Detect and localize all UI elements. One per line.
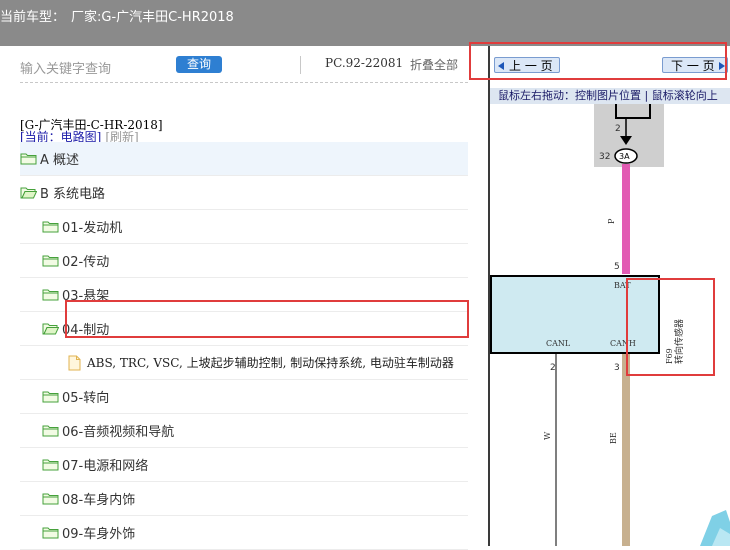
folder-open-icon [20,187,37,199]
pin-2-label: 2 [550,363,556,373]
tree-folder-item[interactable]: B 系统电路 [20,176,468,210]
tree-item-label: 08-车身内饰 [62,493,136,508]
wire-w-label: W [543,431,552,440]
folder-icon [42,527,59,539]
search-input[interactable] [20,58,170,80]
tree-item-label: 05-转向 [62,391,110,406]
tree-folder-item[interactable]: A 概述 [20,142,468,176]
tree-document-item[interactable]: ABS, TRC, VSC, 上坡起步辅助控制, 制动保持系统, 电动驻车制动器 [20,346,468,380]
pc-number: PC.92-22081 [325,56,404,70]
wire-p-label: P [607,218,616,224]
document-icon [68,355,81,370]
pin-top-label: 2 [615,124,621,134]
search-divider [20,82,468,83]
folder-icon [42,255,59,267]
wire-pink [622,164,630,274]
highlight-sensor-label [626,278,715,376]
highlight-page-nav [469,42,727,80]
category-tree: A 概述 B 系统电路 01-发动机 02-传动 03-悬架 04-制动 ABS, TRC,… [20,142,468,550]
separator [300,56,301,74]
folder-icon [42,493,59,505]
tree-item-label: 02-传动 [62,255,110,270]
title-bar: 当前车型： 厂家:G-广汽丰田C-HR2018 [0,0,730,46]
vehicle-title-value: 厂家:G-广汽丰田C-HR2018 [71,10,234,25]
vehicle-title: 当前车型： 厂家:G-广汽丰田C-HR2018 [0,6,234,25]
tree-item-label: A 概述 [40,153,80,168]
connector-3a-label: 3A [619,152,630,161]
tree-item-label: 07-电源和网络 [62,459,149,474]
tree-folder-item[interactable]: 09-车身外饰 [20,516,468,550]
vehicle-title-label: 当前车型： [0,10,66,25]
folder-icon [42,289,59,301]
collapse-all-link[interactable]: 折叠全部 [410,56,458,73]
wire-tan [622,354,630,546]
tree-item-label: ABS, TRC, VSC, 上坡起步辅助控制, 制动保持系统, 电动驻车制动器 [87,356,454,370]
canl-label: CANL [546,339,571,348]
tree-folder-item[interactable]: 01-发动机 [20,210,468,244]
tree-folder-item[interactable]: 06-音频视频和导航 [20,414,468,448]
tree-item-label: 09-车身外饰 [62,527,136,542]
tree-folder-item[interactable]: 05-转向 [20,380,468,414]
tree-folder-item[interactable]: 08-车身内饰 [20,482,468,516]
folder-icon [42,425,59,437]
tree-folder-item[interactable]: 02-传动 [20,244,468,278]
pin-3-label: 3 [614,363,620,373]
tree-item-label: 06-音频视频和导航 [62,425,175,440]
pin-5-label: 5 [614,262,620,272]
highlight-selected-document [65,300,469,338]
drag-hint-bar: 鼠标左右拖动：控制图片位置 | 鼠标滚轮向上 [490,88,730,105]
pin-32-label: 32 [599,152,610,162]
folder-icon [20,153,37,165]
left-panel: 查询 PC.92-22081 折叠全部 [G-广汽丰田-C-HR-2018] [… [0,46,488,550]
folder-icon [42,221,59,233]
folder-icon [42,391,59,403]
folder-icon [42,459,59,471]
folder-open-icon [42,323,59,335]
tree-item-label: 01-发动机 [62,221,123,236]
tree-folder-item[interactable]: 07-电源和网络 [20,448,468,482]
query-button[interactable]: 查询 [176,56,222,73]
tree-item-label: B 系统电路 [40,187,106,202]
search-row: 查询 PC.92-22081 折叠全部 [20,56,465,84]
wire-be-label: BE [609,432,618,444]
